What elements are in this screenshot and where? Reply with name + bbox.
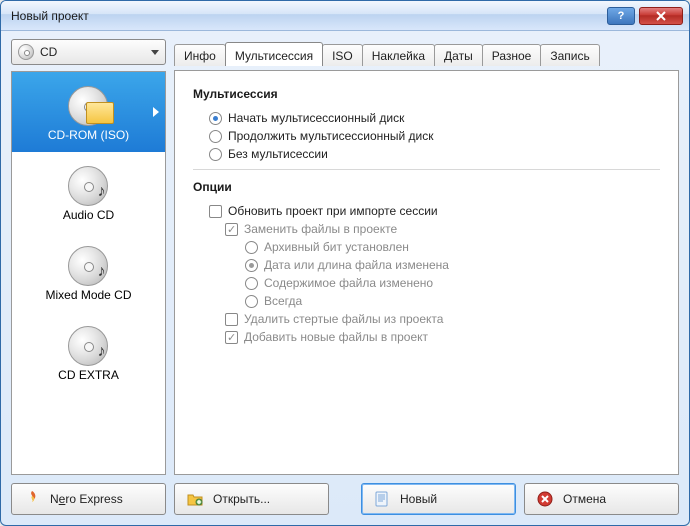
chevron-right-icon xyxy=(153,107,159,117)
tab-panel-multisession: Мультисессия Начать мультисессионный дис… xyxy=(174,70,679,475)
button-label: Новый xyxy=(400,492,437,506)
radio-label: Дата или длина файла изменена xyxy=(264,258,449,272)
radio-icon xyxy=(245,295,258,308)
radio-no-multisession[interactable]: Без мультисессии xyxy=(209,147,660,161)
project-cdrom-iso[interactable]: CD-ROM (ISO) xyxy=(12,72,165,152)
footer-spacer xyxy=(337,483,353,515)
cancel-icon xyxy=(535,489,555,509)
project-cd-extra[interactable]: ♪ CD EXTRA xyxy=(12,312,165,392)
radio-label: Без мультисессии xyxy=(228,147,328,161)
tab-misc[interactable]: Разное xyxy=(482,44,542,66)
radio-always: Всегда xyxy=(245,294,660,308)
checkbox-icon xyxy=(225,313,238,326)
radio-content-changed: Содержимое файла изменено xyxy=(245,276,660,290)
titlebar: Новый проект ? xyxy=(1,1,689,31)
check-replace-files: Заменить файлы в проекте xyxy=(225,222,660,236)
separator xyxy=(193,169,660,170)
radio-start-multisession[interactable]: Начать мультисессионный диск xyxy=(209,111,660,125)
project-item-more[interactable] xyxy=(12,392,165,414)
check-refresh-on-import[interactable]: Обновить проект при импорте сессии xyxy=(209,204,660,218)
tab-dates[interactable]: Даты xyxy=(434,44,483,66)
checkbox-icon xyxy=(209,205,222,218)
project-label: Audio CD xyxy=(63,208,114,222)
group-multisession: Мультисессия xyxy=(193,87,660,101)
radio-continue-multisession[interactable]: Продолжить мультисессионный диск xyxy=(209,129,660,143)
tab-label[interactable]: Наклейка xyxy=(362,44,435,66)
open-button[interactable]: Открыть... xyxy=(174,483,329,515)
radio-label: Архивный бит установлен xyxy=(264,240,409,254)
document-icon xyxy=(372,489,392,509)
checkbox-icon xyxy=(225,223,238,236)
project-mixed-mode[interactable]: ♪ Mixed Mode CD xyxy=(12,232,165,312)
radio-icon xyxy=(209,148,222,161)
combo-label: CD xyxy=(40,45,145,59)
radio-icon xyxy=(245,259,258,272)
footer: Nero Express Открыть... Новый Отмена xyxy=(11,481,679,515)
dialog-window: Новый проект ? CD Инфо Мультисессия ISO … xyxy=(0,0,690,526)
window-title: Новый проект xyxy=(11,9,603,23)
tab-multisession[interactable]: Мультисессия xyxy=(225,42,323,66)
flame-icon xyxy=(22,489,42,509)
radio-label: Содержимое файла изменено xyxy=(264,276,433,290)
check-add-new-files: Добавить новые файлы в проект xyxy=(225,330,660,344)
tab-burn[interactable]: Запись xyxy=(540,44,599,66)
help-button[interactable]: ? xyxy=(607,7,635,25)
checkbox-label: Заменить файлы в проекте xyxy=(244,222,397,236)
top-row: CD Инфо Мультисессия ISO Наклейка Даты Р… xyxy=(11,39,679,65)
button-label: Отмена xyxy=(563,492,606,506)
cd-extra-icon: ♪ xyxy=(64,322,114,364)
main-row: CD-ROM (ISO) ♪ Audio CD ♪ Mixed Mode CD … xyxy=(11,71,679,475)
radio-icon xyxy=(209,112,222,125)
client-area: CD Инфо Мультисессия ISO Наклейка Даты Р… xyxy=(1,31,689,525)
disc-type-combo[interactable]: CD xyxy=(11,39,166,65)
radio-date-length-changed: Дата или длина файла изменена xyxy=(245,258,660,272)
close-button[interactable] xyxy=(639,7,683,25)
button-label: Nero Express xyxy=(50,492,123,506)
radio-label: Продолжить мультисессионный диск xyxy=(228,129,434,143)
radio-label: Всегда xyxy=(264,294,302,308)
check-delete-erased: Удалить стертые файлы из проекта xyxy=(225,312,660,326)
project-audio-cd[interactable]: ♪ Audio CD xyxy=(12,152,165,232)
tab-strip: Инфо Мультисессия ISO Наклейка Даты Разн… xyxy=(174,39,679,65)
checkbox-icon xyxy=(225,331,238,344)
radio-label: Начать мультисессионный диск xyxy=(228,111,404,125)
project-label: CD-ROM (ISO) xyxy=(48,128,129,142)
button-label: Открыть... xyxy=(213,492,270,506)
mixed-mode-icon: ♪ xyxy=(64,242,114,284)
cancel-button[interactable]: Отмена xyxy=(524,483,679,515)
project-label: CD EXTRA xyxy=(58,368,119,382)
project-type-list[interactable]: CD-ROM (ISO) ♪ Audio CD ♪ Mixed Mode CD … xyxy=(11,71,166,475)
radio-icon xyxy=(245,277,258,290)
cd-icon xyxy=(18,44,34,60)
nero-express-button[interactable]: Nero Express xyxy=(11,483,166,515)
checkbox-label: Обновить проект при импорте сессии xyxy=(228,204,438,218)
audio-cd-icon: ♪ xyxy=(64,162,114,204)
radio-icon xyxy=(245,241,258,254)
folder-open-icon xyxy=(185,489,205,509)
tab-info[interactable]: Инфо xyxy=(174,44,226,66)
checkbox-label: Добавить новые файлы в проект xyxy=(244,330,428,344)
project-label: Mixed Mode CD xyxy=(45,288,131,302)
tab-iso[interactable]: ISO xyxy=(322,44,363,66)
cdrom-iso-icon xyxy=(64,82,114,124)
checkbox-label: Удалить стертые файлы из проекта xyxy=(244,312,443,326)
new-button[interactable]: Новый xyxy=(361,483,516,515)
radio-icon xyxy=(209,130,222,143)
group-options: Опции xyxy=(193,180,660,194)
radio-archive-bit: Архивный бит установлен xyxy=(245,240,660,254)
chevron-down-icon xyxy=(151,50,159,55)
